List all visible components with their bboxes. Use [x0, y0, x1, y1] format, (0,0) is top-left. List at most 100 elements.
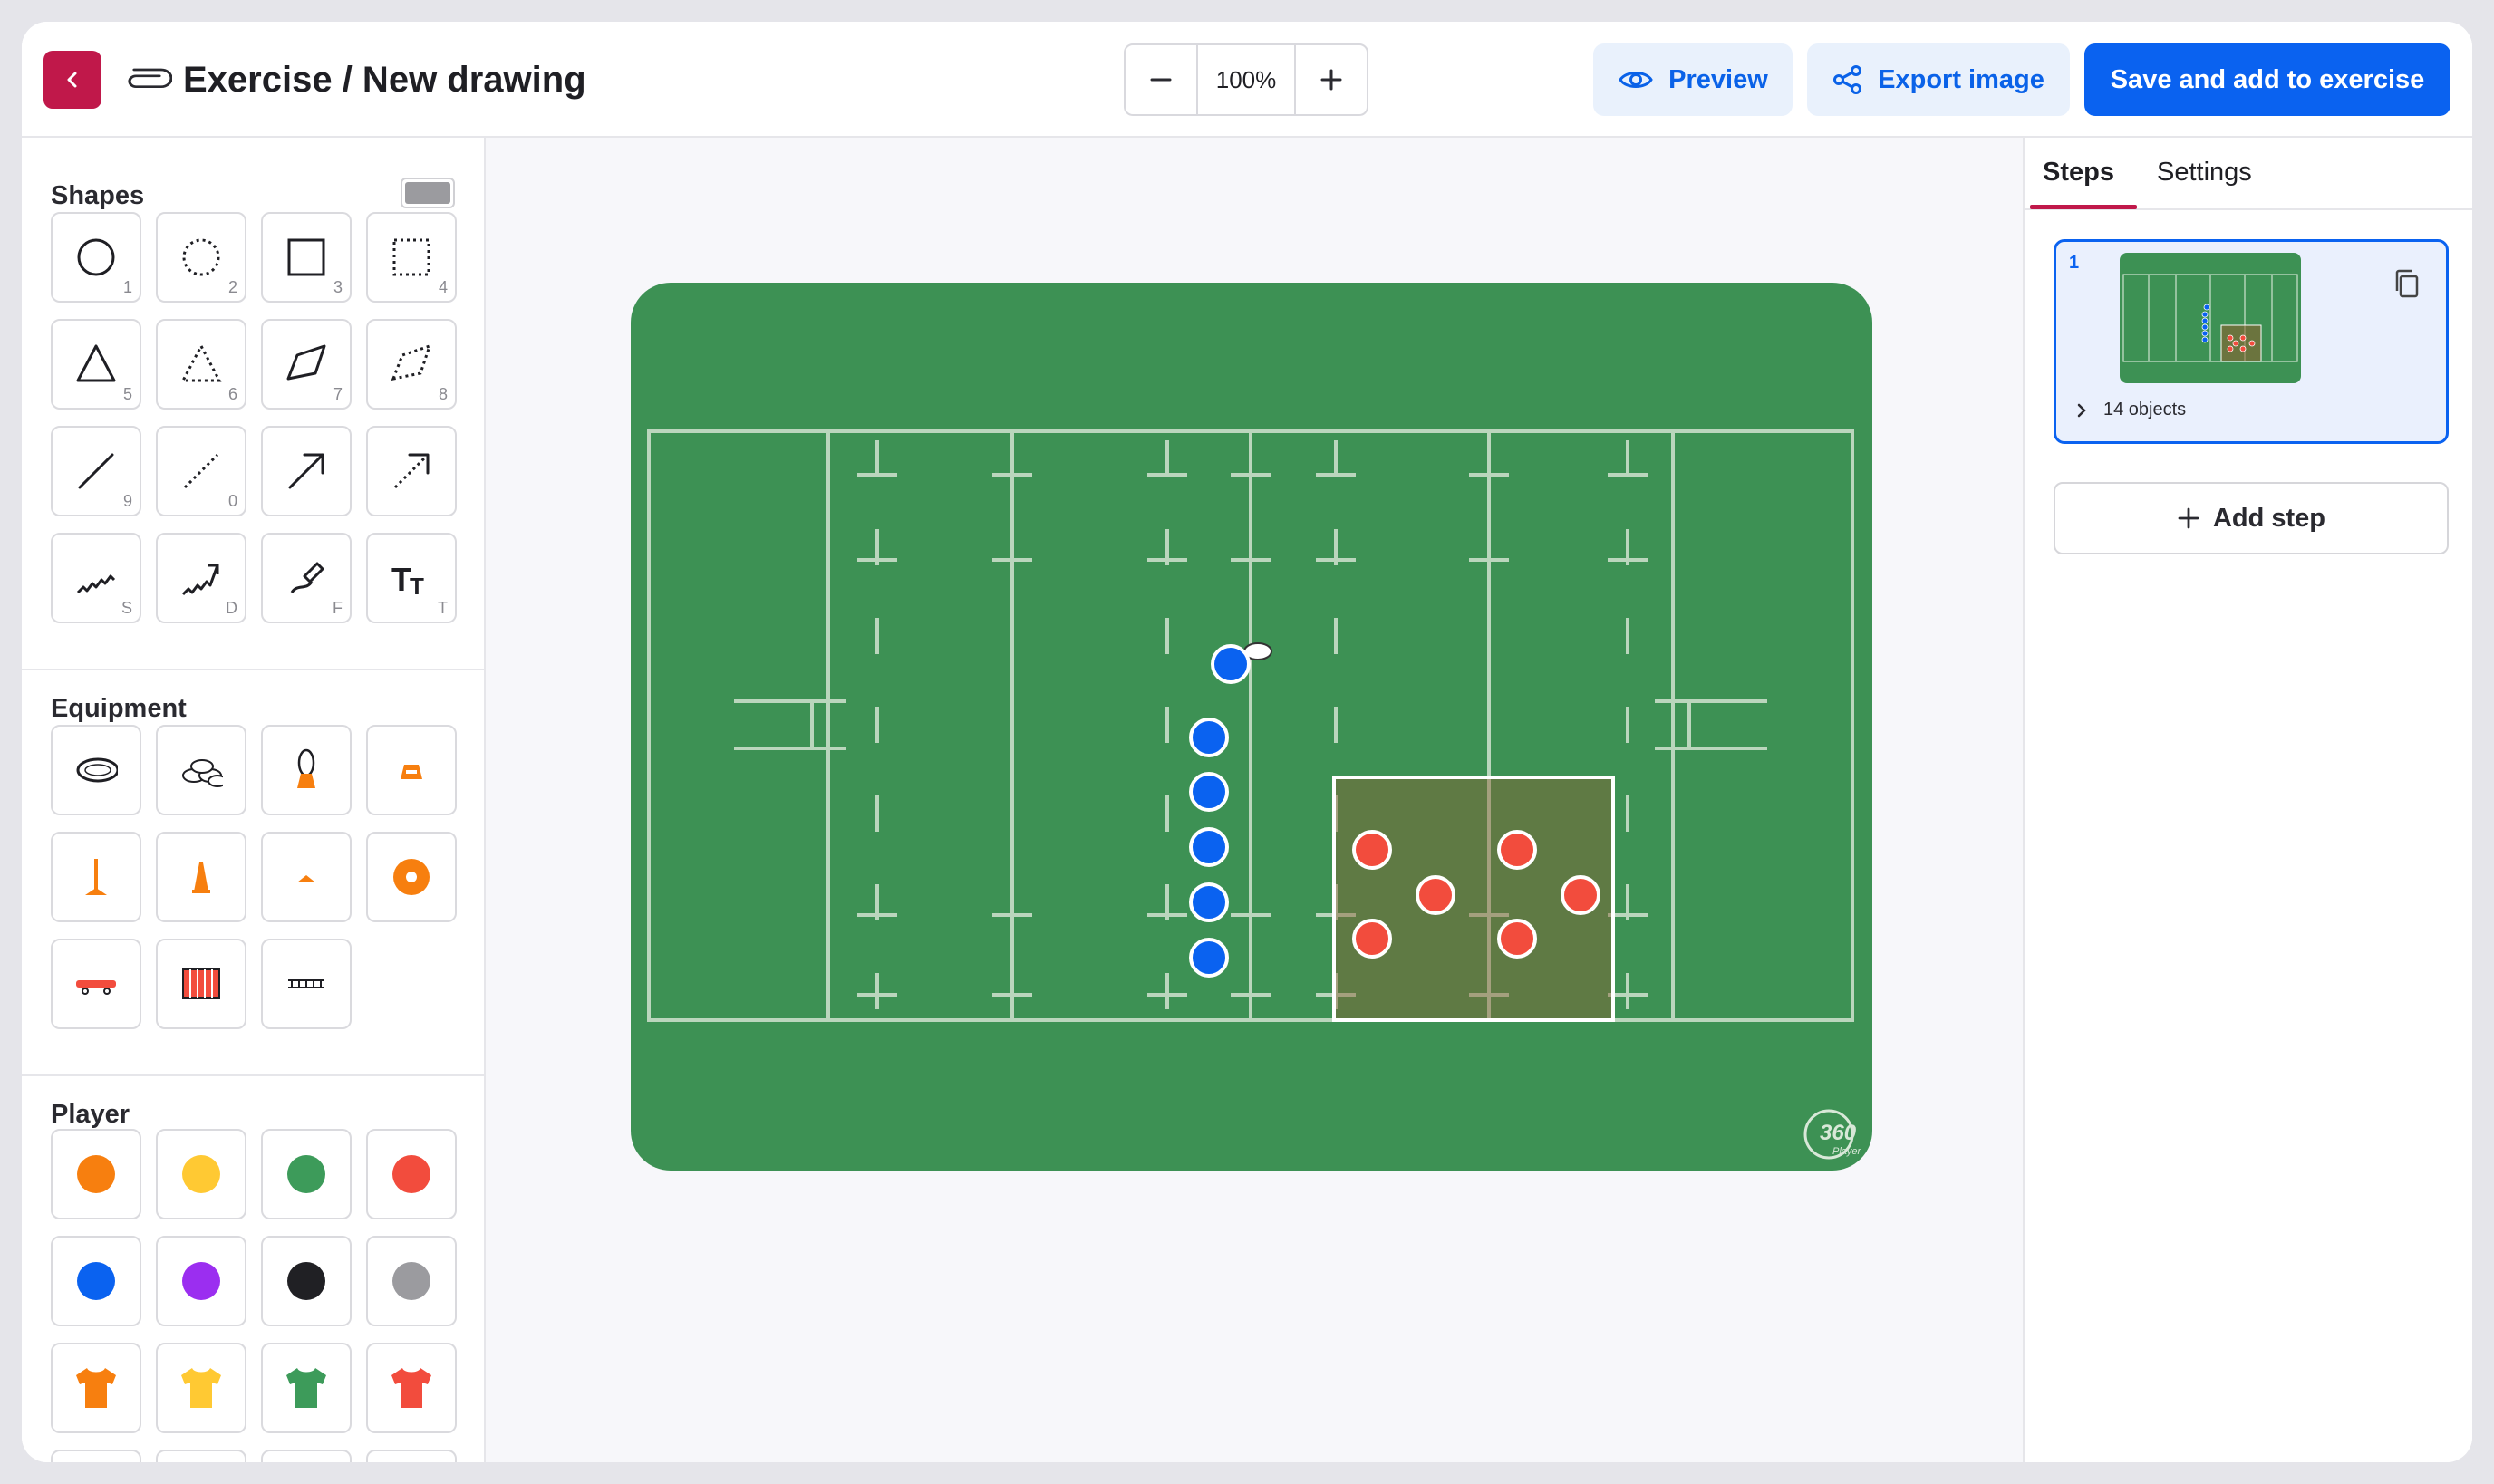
shape-tool-freehand-draw[interactable]: F — [261, 533, 352, 623]
equipment-agility-ladder[interactable] — [261, 939, 352, 1029]
shape-tool-triangle[interactable]: 5 — [51, 319, 141, 410]
equipment-goal-frame[interactable] — [156, 939, 246, 1029]
objects-toggle[interactable]: 14 objects — [2074, 400, 2186, 420]
shape-tool-dotted-polygon[interactable]: 8 — [366, 319, 457, 410]
player-token[interactable] — [366, 1236, 457, 1326]
dotted-line-icon — [183, 453, 219, 489]
blue-player[interactable] — [1189, 882, 1229, 922]
share-icon — [1833, 65, 1862, 94]
low-cone-icon — [401, 765, 422, 779]
svg-text:T: T — [410, 573, 424, 600]
save-and-add-button[interactable]: Save and add to exercise — [2084, 43, 2450, 116]
svg-text:T: T — [392, 561, 411, 598]
shortcut-key: 6 — [227, 385, 237, 403]
equipment-ball-on-tee[interactable] — [261, 725, 352, 815]
player-token[interactable] — [51, 1236, 141, 1326]
blue-player[interactable] — [1189, 772, 1229, 812]
player-token[interactable] — [261, 1236, 352, 1326]
drawing-canvas-area[interactable]: 360 Player — [486, 138, 2023, 1462]
player-token[interactable] — [156, 1236, 246, 1326]
export-label: Export image — [1878, 64, 2044, 94]
red-player[interactable] — [1497, 919, 1537, 959]
page-title: Exercise / New drawing — [183, 59, 586, 100]
blue-player[interactable] — [1189, 938, 1229, 978]
shape-tool-dotted-line[interactable]: 0 — [156, 426, 246, 516]
jersey-icon — [286, 1368, 326, 1408]
player-title: Player — [51, 1100, 130, 1129]
rugby-pitch[interactable]: 360 Player — [631, 283, 1872, 1171]
equipment-low-cone[interactable] — [366, 725, 457, 815]
player-jersey[interactable] — [366, 1343, 457, 1433]
shape-tool-dotted-arrow[interactable] — [366, 426, 457, 516]
player-dot-icon — [287, 1262, 325, 1300]
blue-player[interactable] — [1211, 644, 1251, 684]
player-token[interactable] — [51, 1129, 141, 1219]
eye-icon — [1619, 72, 1653, 88]
shape-tool-line[interactable]: 9 — [51, 426, 141, 516]
equipment-ball[interactable] — [51, 725, 141, 815]
back-button[interactable] — [44, 51, 102, 109]
step-thumbnail[interactable] — [2120, 253, 2301, 383]
shortcut-key: 3 — [333, 278, 343, 296]
shortcut-key: 2 — [227, 278, 237, 296]
sled-icon — [76, 980, 116, 995]
equipment-sled[interactable] — [51, 939, 141, 1029]
paperclip-icon — [128, 68, 172, 89]
shape-tool-square[interactable]: 3 — [261, 212, 352, 303]
shape-tool-dotted-square[interactable]: 4 — [366, 212, 457, 303]
duplicate-icon[interactable] — [2392, 267, 2421, 300]
shape-tool-text-tool[interactable]: TTT — [366, 533, 457, 623]
red-player[interactable] — [1352, 830, 1392, 870]
panel-tabs: Steps Settings — [2025, 138, 2472, 210]
shape-tool-zigzag-line[interactable]: S — [51, 533, 141, 623]
equipment-ring-marker[interactable] — [366, 832, 457, 922]
player-token[interactable] — [366, 1450, 457, 1462]
shape-tool-arrow[interactable] — [261, 426, 352, 516]
tab-steps[interactable]: Steps — [2043, 158, 2114, 188]
shape-tool-zigzag-arrow[interactable]: D — [156, 533, 246, 623]
step-card[interactable]: 1 14 objects — [2054, 239, 2449, 444]
add-step-label: Add step — [2212, 503, 2326, 533]
blue-player[interactable] — [1189, 718, 1229, 757]
player-jersey[interactable] — [261, 1343, 352, 1433]
player-token[interactable] — [366, 1129, 457, 1219]
player-token[interactable] — [261, 1129, 352, 1219]
export-image-button[interactable]: Export image — [1807, 43, 2070, 116]
shape-color-picker[interactable] — [401, 178, 455, 208]
tab-settings[interactable]: Settings — [2157, 158, 2252, 188]
jersey-icon — [76, 1368, 116, 1408]
zoom-out-button[interactable] — [1126, 45, 1196, 114]
shapes-title: Shapes — [51, 181, 145, 210]
red-player[interactable] — [1497, 830, 1537, 870]
player-jersey[interactable] — [51, 1343, 141, 1433]
player-token[interactable] — [156, 1129, 246, 1219]
equipment-tall-cone[interactable] — [156, 832, 246, 922]
agility-ladder-icon — [288, 979, 324, 988]
dotted-triangle-icon — [180, 342, 222, 382]
player-jersey[interactable] — [156, 1343, 246, 1433]
preview-button[interactable]: Preview — [1593, 43, 1793, 116]
pole-icon — [85, 859, 107, 895]
arrow-icon — [288, 453, 324, 489]
player-token[interactable] — [156, 1450, 246, 1462]
shape-tool-polygon[interactable]: 7 — [261, 319, 352, 410]
svg-text:Player: Player — [1832, 1146, 1862, 1157]
active-tab-indicator — [2030, 205, 2137, 209]
equipment-flat-marker[interactable] — [261, 832, 352, 922]
equipment-balls-bag[interactable] — [156, 725, 246, 815]
blue-player[interactable] — [1189, 827, 1229, 867]
shape-tool-dotted-circle[interactable]: 2 — [156, 212, 246, 303]
player-token[interactable] — [51, 1450, 141, 1462]
equipment-pole[interactable] — [51, 832, 141, 922]
red-player[interactable] — [1416, 875, 1455, 915]
shape-tool-dotted-triangle[interactable]: 6 — [156, 319, 246, 410]
red-player[interactable] — [1561, 875, 1600, 915]
player-token[interactable] — [261, 1450, 352, 1462]
dotted-polygon-icon — [391, 343, 432, 381]
red-player[interactable] — [1352, 919, 1392, 959]
add-step-button[interactable]: Add step — [2054, 482, 2449, 554]
shape-tool-circle[interactable]: 1 — [51, 212, 141, 303]
zoom-in-button[interactable] — [1296, 45, 1367, 114]
color-swatch-fill — [405, 182, 450, 204]
shortcut-key: 9 — [122, 492, 132, 510]
